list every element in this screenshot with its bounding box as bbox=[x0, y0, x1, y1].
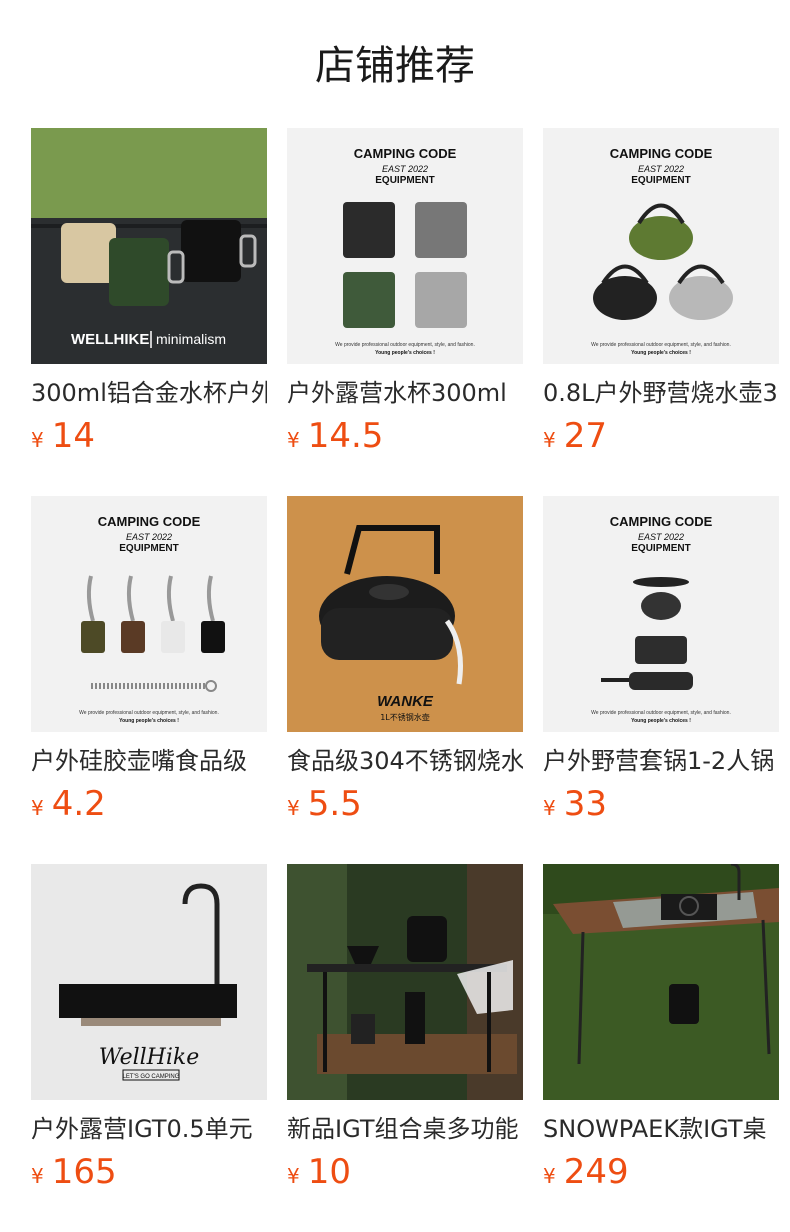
minimalism-text: minimalism bbox=[156, 331, 226, 347]
price-value: 249 bbox=[563, 1152, 629, 1192]
currency-symbol: ¥ bbox=[287, 428, 300, 452]
svg-text:EAST 2022: EAST 2022 bbox=[638, 164, 684, 174]
product-price: ¥249 bbox=[543, 1150, 779, 1194]
currency-symbol: ¥ bbox=[543, 428, 556, 452]
price-value: 165 bbox=[51, 1152, 117, 1192]
product-card[interactable]: 新品IGT组合桌多功能 ¥10 bbox=[287, 864, 523, 1194]
product-price: ¥14.5 bbox=[287, 414, 523, 458]
currency-symbol: ¥ bbox=[31, 1164, 44, 1188]
product-card[interactable]: WELLHIKE minimalism 300ml铝合金水杯户外 ¥14 bbox=[31, 128, 267, 458]
price-value: 27 bbox=[563, 416, 607, 456]
product-card[interactable]: WellHike LET'S GO CAMPING 户外露营IGT0.5单元 ¥… bbox=[31, 864, 267, 1194]
svg-text:EQUIPMENT: EQUIPMENT bbox=[119, 543, 178, 554]
svg-text:CAMPING CODE: CAMPING CODE bbox=[98, 514, 201, 529]
svg-text:Young people's choices !: Young people's choices ! bbox=[375, 350, 435, 356]
svg-text:EQUIPMENT: EQUIPMENT bbox=[375, 175, 434, 186]
price-value: 14 bbox=[51, 416, 95, 456]
currency-symbol: ¥ bbox=[31, 428, 44, 452]
product-price: ¥10 bbox=[287, 1150, 523, 1194]
svg-text:Young people's choices !: Young people's choices ! bbox=[119, 718, 179, 724]
product-card[interactable]: CAMPING CODE EAST 2022 EQUIPMENT We prov… bbox=[543, 128, 779, 458]
product-price: ¥5.5 bbox=[287, 782, 523, 826]
product-price: ¥4.2 bbox=[31, 782, 267, 826]
svg-text:CAMPING CODE: CAMPING CODE bbox=[610, 146, 713, 161]
product-name[interactable]: 户外硅胶壶嘴食品级 bbox=[31, 744, 267, 778]
svg-text:We provide professional outdoo: We provide professional outdoor equipmen… bbox=[591, 710, 731, 716]
product-image-snowpeak-table[interactable] bbox=[543, 864, 779, 1100]
svg-text:Young people's choices !: Young people's choices ! bbox=[631, 350, 691, 356]
product-image-cookset[interactable]: CAMPING CODE EAST 2022 EQUIPMENT We prov… bbox=[543, 496, 779, 732]
currency-symbol: ¥ bbox=[543, 796, 556, 820]
section-title: 店铺推荐 bbox=[315, 43, 475, 89]
product-card[interactable]: CAMPING CODE EAST 2022 EQUIPMENT We prov… bbox=[287, 128, 523, 458]
product-name[interactable]: 户外露营IGT0.5单元 bbox=[31, 1112, 267, 1146]
currency-symbol: ¥ bbox=[287, 796, 300, 820]
product-price: ¥165 bbox=[31, 1150, 267, 1194]
product-image-cups[interactable]: WELLHIKE minimalism bbox=[31, 128, 267, 364]
product-price: ¥14 bbox=[31, 414, 267, 458]
currency-symbol: ¥ bbox=[287, 1164, 300, 1188]
product-image-kettles[interactable]: CAMPING CODE EAST 2022 EQUIPMENT We prov… bbox=[543, 128, 779, 364]
product-card[interactable]: CAMPING CODE EAST 2022 EQUIPMENT We prov… bbox=[31, 496, 267, 826]
svg-text:EQUIPMENT: EQUIPMENT bbox=[631, 175, 690, 186]
svg-text:Young people's choices !: Young people's choices ! bbox=[631, 718, 691, 724]
product-image-kettle[interactable]: WANKE 1L不锈钢水壶 bbox=[287, 496, 523, 732]
currency-symbol: ¥ bbox=[543, 1164, 556, 1188]
price-value: 33 bbox=[563, 784, 607, 824]
svg-text:EAST 2022: EAST 2022 bbox=[382, 164, 428, 174]
price-value: 4.2 bbox=[51, 784, 106, 824]
product-card[interactable]: SNOWPAEK款IGT桌 ¥249 bbox=[543, 864, 779, 1194]
product-image-mugs[interactable]: CAMPING CODE EAST 2022 EQUIPMENT We prov… bbox=[287, 128, 523, 364]
product-name[interactable]: SNOWPAEK款IGT桌 bbox=[543, 1112, 779, 1146]
product-price: ¥27 bbox=[543, 414, 779, 458]
product-name[interactable]: 食品级304不锈钢烧水 bbox=[287, 744, 523, 778]
product-card[interactable]: WANKE 1L不锈钢水壶 食品级304不锈钢烧水 ¥5.5 bbox=[287, 496, 523, 826]
wellhike-logo: WELLHIKE bbox=[71, 331, 149, 348]
price-value: 10 bbox=[307, 1152, 351, 1192]
product-image-spouts[interactable]: CAMPING CODE EAST 2022 EQUIPMENT We prov… bbox=[31, 496, 267, 732]
svg-text:We provide professional outdoo: We provide professional outdoor equipmen… bbox=[335, 342, 475, 348]
svg-text:EAST 2022: EAST 2022 bbox=[126, 532, 172, 542]
price-value: 5.5 bbox=[307, 784, 362, 824]
wellhike-script-logo: WellHike bbox=[99, 1045, 199, 1070]
svg-text:We provide professional outdoo: We provide professional outdoor equipmen… bbox=[591, 342, 731, 348]
product-card[interactable]: CAMPING CODE EAST 2022 EQUIPMENT We prov… bbox=[543, 496, 779, 826]
svg-text:We provide professional outdoo: We provide professional outdoor equipmen… bbox=[79, 710, 219, 716]
svg-text:EQUIPMENT: EQUIPMENT bbox=[631, 543, 690, 554]
product-image-igt-table[interactable] bbox=[287, 864, 523, 1100]
product-price: ¥33 bbox=[543, 782, 779, 826]
camping-code-text: CAMPING CODE bbox=[354, 146, 457, 161]
svg-text:EAST 2022: EAST 2022 bbox=[638, 532, 684, 542]
svg-text:CAMPING CODE: CAMPING CODE bbox=[610, 514, 713, 529]
product-name[interactable]: 300ml铝合金水杯户外 bbox=[31, 376, 267, 410]
currency-symbol: ¥ bbox=[31, 796, 44, 820]
product-name[interactable]: 新品IGT组合桌多功能 bbox=[287, 1112, 523, 1146]
svg-text:LET'S GO CAMPING: LET'S GO CAMPING bbox=[123, 1074, 180, 1080]
product-name[interactable]: 户外露营水杯300ml bbox=[287, 376, 523, 410]
product-name[interactable]: 户外野营套锅1-2人锅 bbox=[543, 744, 779, 778]
product-name[interactable]: 0.8L户外野营烧水壶3 bbox=[543, 376, 779, 410]
wanke-logo: WANKE bbox=[377, 693, 434, 710]
svg-text:1L不锈钢水壶: 1L不锈钢水壶 bbox=[380, 712, 430, 722]
product-image-igt-unit[interactable]: WellHike LET'S GO CAMPING bbox=[31, 864, 267, 1100]
price-value: 14.5 bbox=[307, 416, 384, 456]
